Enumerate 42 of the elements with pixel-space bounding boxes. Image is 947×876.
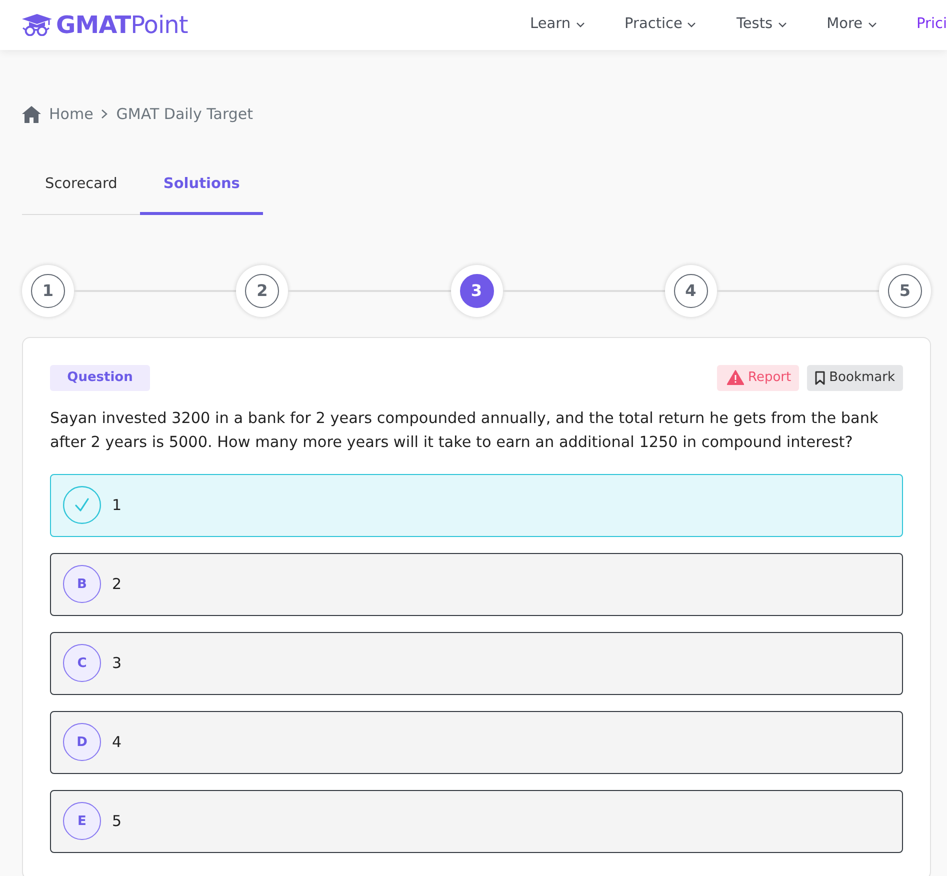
bookmark-button[interactable]: Bookmark [807, 364, 903, 391]
answer-option[interactable]: D 4 [50, 710, 903, 774]
option-letter: D [63, 723, 101, 762]
option-text: 5 [112, 811, 122, 832]
step-button[interactable]: 1 [22, 264, 74, 317]
option-letter: C [63, 644, 101, 682]
answer-option[interactable]: B 2 [50, 552, 903, 616]
step-button[interactable]: 5 [879, 264, 931, 317]
warning-icon [727, 370, 744, 386]
step-button[interactable]: 4 [664, 264, 717, 317]
home-icon [22, 106, 41, 122]
nav-link[interactable]: Tests [736, 14, 787, 36]
step-button[interactable]: 3 [450, 264, 502, 317]
answer-option[interactable]: 1 [50, 474, 903, 537]
tab[interactable]: Solutions [140, 160, 263, 215]
caret-icon [576, 22, 585, 28]
option-letter: B [63, 565, 101, 604]
step-button[interactable]: 2 [236, 264, 288, 317]
question-text: Sayan invested 3200 in a bank for 2 years compounded annually, and the total return he gets from the bank after 2 years is 5000. How many more years will it take to earn an additional 1250 in compound interest? [50, 408, 880, 453]
logo-text[interactable]: GMATPoint [56, 13, 188, 37]
caret-icon [687, 22, 696, 28]
breadcrumb-link[interactable]: Home [49, 102, 94, 126]
option-text: 1 [112, 495, 122, 516]
nav-link[interactable]: Practice [624, 14, 696, 36]
bookmark-icon [815, 370, 826, 385]
answer-option[interactable]: E 5 [50, 790, 903, 853]
nav-link[interactable]: Learn [530, 14, 585, 36]
nav-link[interactable]: More [826, 14, 877, 36]
option-text: 4 [112, 732, 122, 753]
option-text: 3 [112, 653, 122, 674]
question-label: Question [50, 364, 150, 391]
option-letter: E [63, 802, 101, 840]
answer-option[interactable]: C 3 [50, 632, 903, 695]
chevron-icon [101, 109, 108, 119]
caret-icon [868, 22, 877, 28]
caret-icon [778, 22, 787, 28]
breadcrumb-current: GMAT Daily Target [116, 104, 254, 125]
logo-icon [22, 14, 52, 36]
tab[interactable]: Scorecard [22, 160, 140, 215]
check-icon [63, 486, 101, 524]
option-text: 2 [112, 574, 122, 595]
nav-link[interactable]: Prici [916, 14, 947, 36]
